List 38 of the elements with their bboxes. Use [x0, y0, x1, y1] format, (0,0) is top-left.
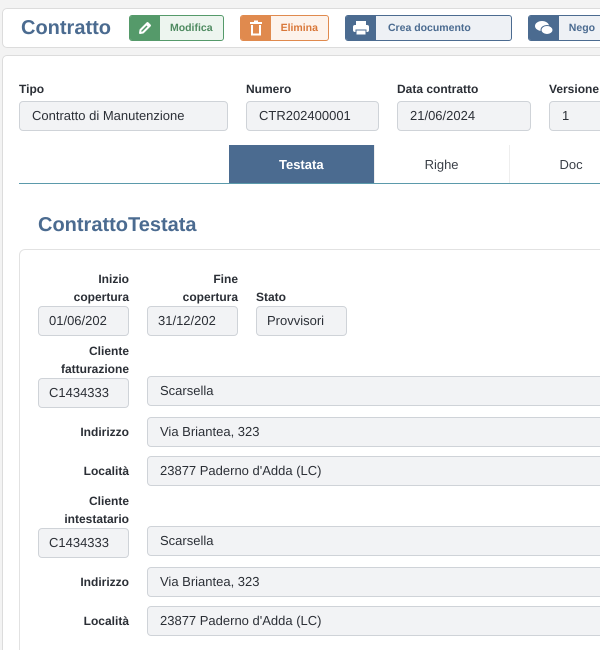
field-label: Località: [82, 463, 129, 480]
input-field[interactable]: Via Briantea, 323: [147, 417, 600, 447]
section-title: ContrattoTestata: [38, 214, 198, 237]
pencil-icon: [136, 20, 153, 36]
action-button[interactable]: Modifica: [128, 15, 224, 41]
input-field[interactable]: Provvisori: [256, 306, 347, 336]
field-label: Località: [82, 613, 129, 630]
input-field[interactable]: CTR202400001: [246, 101, 379, 131]
input-field[interactable]: 23877 Paderno d'Adda (LC): [147, 456, 600, 486]
field-label: Fine copertura: [182, 271, 238, 306]
action-button[interactable]: Crea documento: [344, 15, 512, 41]
chat-icon: [534, 20, 554, 36]
field-label: Numero: [246, 81, 292, 98]
field-label: Stato: [256, 289, 287, 306]
field-label: Data contratto: [397, 81, 480, 98]
trash-icon: [248, 20, 263, 36]
field-label: Cliente fatturazione: [60, 343, 129, 378]
input-field[interactable]: Scarsella: [147, 376, 600, 406]
field-label: Cliente intestatario: [63, 493, 129, 528]
input-field[interactable]: 31/12/202: [147, 306, 238, 336]
page-title: Contratto: [21, 16, 111, 40]
field-label: Indirizzo: [79, 574, 129, 591]
action-button[interactable]: Nego: [528, 15, 600, 41]
field-label: Inizio copertura: [72, 271, 129, 306]
field-label: Versione: [549, 81, 600, 98]
input-field[interactable]: Scarsella: [147, 526, 600, 556]
input-field[interactable]: C1434333: [38, 378, 129, 408]
printer-icon: [352, 20, 370, 36]
input-field[interactable]: 21/06/2024: [397, 101, 531, 131]
field-label: Indirizzo: [79, 424, 129, 441]
input-field[interactable]: 01/06/202: [38, 306, 129, 336]
input-field[interactable]: Via Briantea, 323: [147, 567, 600, 597]
input-field[interactable]: Contratto di Manutenzione: [19, 101, 228, 131]
input-field[interactable]: 1: [549, 101, 600, 131]
input-field[interactable]: C1434333: [38, 528, 129, 558]
input-field[interactable]: 23877 Paderno d'Adda (LC): [147, 606, 600, 636]
tab[interactable]: Testata: [229, 145, 375, 183]
field-label: Tipo: [19, 81, 46, 98]
